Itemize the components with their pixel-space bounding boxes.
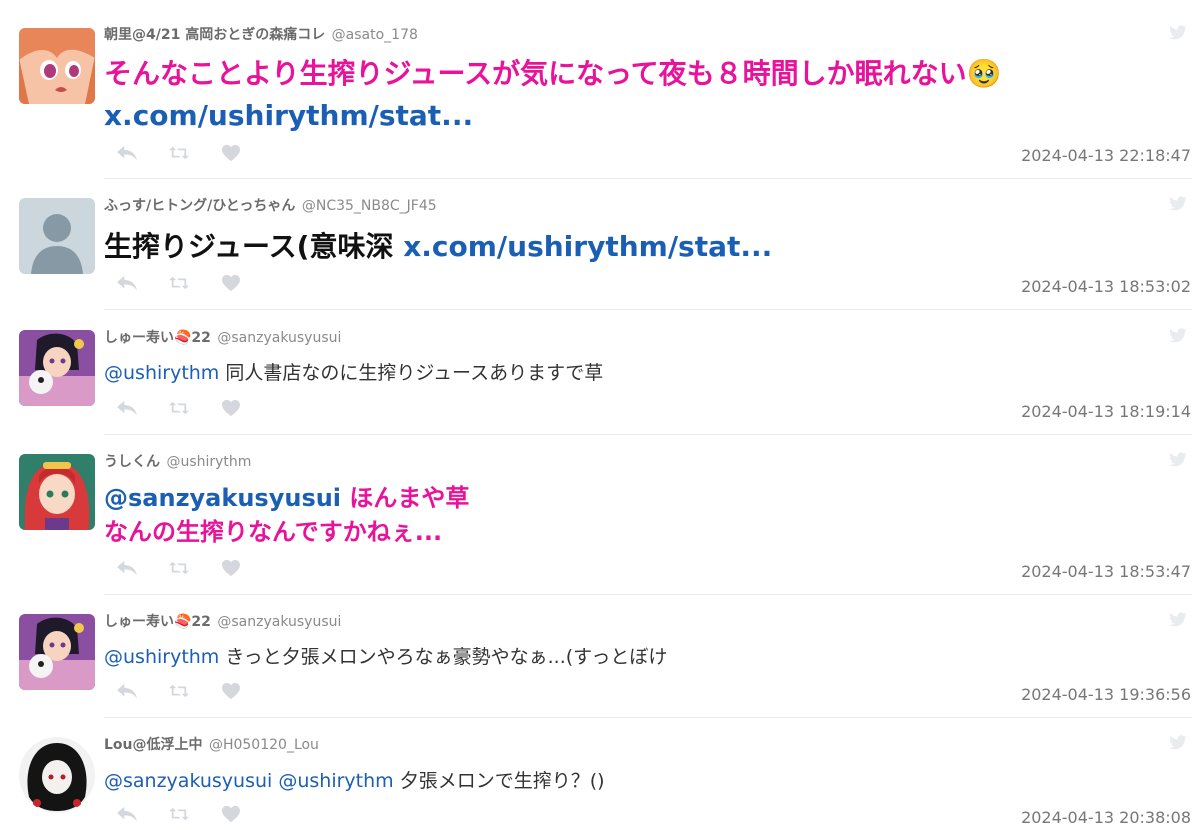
- handle[interactable]: @sanzyakusyusui: [217, 330, 341, 346]
- twitter-bird-icon[interactable]: [1168, 452, 1188, 468]
- reply-icon[interactable]: [116, 682, 138, 700]
- reply-icon[interactable]: [116, 805, 138, 823]
- tweet-text: 生搾りジュース(意味深 x.com/ushirythm/stat...: [104, 227, 1140, 267]
- timestamp[interactable]: 2024-04-13 18:53:02: [1021, 277, 1191, 296]
- retweet-icon[interactable]: [168, 274, 190, 292]
- heart-icon[interactable]: [220, 559, 242, 577]
- author-name[interactable]: うしくん @ushirythm: [104, 451, 251, 471]
- author-name[interactable]: Lou@低浮上中 @H050120_Lou: [104, 734, 319, 754]
- tweet-card: しゅー寿い🍣22 @sanzyakusyusui @ushirythm きっと夕…: [0, 594, 1200, 718]
- tweet-card: うしくん @ushirythm @sanzyakusyusui ほんまや草 なん…: [0, 434, 1200, 595]
- display-name[interactable]: ふっす/ヒトング/ひとっちゃん: [104, 198, 295, 214]
- heart-icon[interactable]: [220, 144, 242, 162]
- tweet-text: @sanzyakusyusui @ushirythm 夕張メロンで生搾り？(): [104, 768, 1140, 794]
- display-name[interactable]: しゅー寿い🍣22: [104, 614, 211, 630]
- timestamp[interactable]: 2024-04-13 18:19:14: [1021, 402, 1191, 421]
- heart-icon[interactable]: [220, 274, 242, 292]
- mention-link[interactable]: @sanzyakusyusui: [104, 484, 341, 512]
- tweet-body: 夕張メロンで生搾り？(): [399, 770, 605, 792]
- retweet-icon[interactable]: [168, 682, 190, 700]
- handle[interactable]: @ushirythm: [166, 454, 251, 470]
- tweet-body: 同人書店なのに生搾りジュースありますで草: [225, 362, 604, 384]
- tweet-card: ふっす/ヒトング/ひとっちゃん @NC35_NB8C_JF45 生搾りジュース(…: [0, 178, 1200, 310]
- tweet-text: @ushirythm きっと夕張メロンやろなぁ豪勢やなぁ...(すっとぼけ: [104, 644, 1140, 670]
- tweet-body: 生搾りジュース(意味深: [104, 230, 394, 263]
- tweet-card: 朝里@4/21 高岡おとぎの森痛コレ @asato_178 そんなことより生搾り…: [0, 0, 1200, 179]
- avatar[interactable]: [19, 454, 95, 530]
- heart-icon[interactable]: [220, 399, 242, 417]
- tweet-card: しゅー寿い🍣22 @sanzyakusyusui @ushirythm 同人書店…: [0, 310, 1200, 435]
- author-name[interactable]: 朝里@4/21 高岡おとぎの森痛コレ @asato_178: [104, 24, 418, 44]
- tweet-text-line2: なんの生搾りなんですかねぇ...: [104, 515, 1140, 549]
- heart-icon[interactable]: [220, 805, 242, 823]
- tweet-actions: [116, 682, 242, 700]
- tweet-text: @ushirythm 同人書店なのに生搾りジュースありますで草: [104, 360, 1140, 386]
- timestamp[interactable]: 2024-04-13 19:36:56: [1021, 685, 1191, 704]
- twitter-bird-icon[interactable]: [1168, 328, 1188, 344]
- reply-icon[interactable]: [116, 399, 138, 417]
- tweet-body: ほんまや草: [349, 484, 470, 512]
- display-name[interactable]: うしくん: [104, 454, 160, 470]
- retweet-icon[interactable]: [168, 399, 190, 417]
- twitter-bird-icon[interactable]: [1168, 25, 1188, 41]
- tweet-actions: [116, 399, 242, 417]
- timestamp[interactable]: 2024-04-13 18:53:47: [1021, 562, 1191, 581]
- handle[interactable]: @NC35_NB8C_JF45: [302, 198, 437, 214]
- tweet-actions: [116, 559, 242, 577]
- retweet-icon[interactable]: [168, 144, 190, 162]
- tweet-text: @sanzyakusyusui ほんまや草: [104, 481, 1140, 515]
- timestamp[interactable]: 2024-04-13 20:38:08: [1021, 808, 1191, 827]
- display-name[interactable]: 朝里@4/21 高岡おとぎの森痛コレ: [104, 27, 325, 43]
- avatar[interactable]: [19, 198, 95, 274]
- avatar[interactable]: [19, 737, 95, 813]
- tweet-actions: [116, 274, 242, 292]
- author-name[interactable]: しゅー寿い🍣22 @sanzyakusyusui: [104, 611, 341, 631]
- tweet-link[interactable]: x.com/ushirythm/stat...: [104, 99, 473, 132]
- tweet-actions: [116, 144, 242, 162]
- tweet-body: そんなことより生搾りジュースが気になって夜も８時間しか眠れない: [104, 57, 967, 90]
- display-name[interactable]: Lou@低浮上中: [104, 737, 203, 753]
- mention-link[interactable]: @ushirythm: [104, 646, 219, 668]
- link-row: x.com/ushirythm/stat...: [104, 96, 1140, 136]
- display-name[interactable]: しゅー寿い🍣22: [104, 330, 211, 346]
- author-name[interactable]: ふっす/ヒトング/ひとっちゃん @NC35_NB8C_JF45: [104, 195, 437, 215]
- twitter-bird-icon[interactable]: [1168, 612, 1188, 628]
- reply-icon[interactable]: [116, 274, 138, 292]
- retweet-icon[interactable]: [168, 805, 190, 823]
- tweet-body: なんの生搾りなんですかねぇ...: [104, 518, 443, 546]
- tweet-body: きっと夕張メロンやろなぁ豪勢やなぁ...(すっとぼけ: [225, 646, 668, 668]
- mention-link[interactable]: @ushirythm: [104, 362, 219, 384]
- mention-link[interactable]: @sanzyakusyusui: [104, 770, 272, 792]
- handle[interactable]: @H050120_Lou: [209, 737, 319, 753]
- heart-icon[interactable]: [220, 682, 242, 700]
- retweet-icon[interactable]: [168, 559, 190, 577]
- tweet-card: Lou@低浮上中 @H050120_Lou @sanzyakusyusui @u…: [0, 717, 1200, 830]
- tweet-link[interactable]: x.com/ushirythm/stat...: [403, 230, 772, 263]
- tweet-actions: [116, 805, 242, 823]
- timestamp[interactable]: 2024-04-13 22:18:47: [1021, 146, 1191, 165]
- avatar[interactable]: [19, 614, 95, 690]
- author-name[interactable]: しゅー寿い🍣22 @sanzyakusyusui: [104, 327, 341, 347]
- avatar[interactable]: [19, 28, 95, 104]
- reply-icon[interactable]: [116, 559, 138, 577]
- mention-link[interactable]: @ushirythm: [278, 770, 393, 792]
- twitter-bird-icon[interactable]: [1168, 735, 1188, 751]
- handle[interactable]: @sanzyakusyusui: [217, 614, 341, 630]
- reply-icon[interactable]: [116, 144, 138, 162]
- handle[interactable]: @asato_178: [332, 27, 418, 43]
- pleading-face-emoji: 🥹: [966, 57, 1002, 90]
- twitter-bird-icon[interactable]: [1168, 196, 1188, 212]
- tweet-text: そんなことより生搾りジュースが気になって夜も８時間しか眠れない🥹: [104, 54, 1140, 94]
- avatar[interactable]: [19, 330, 95, 406]
